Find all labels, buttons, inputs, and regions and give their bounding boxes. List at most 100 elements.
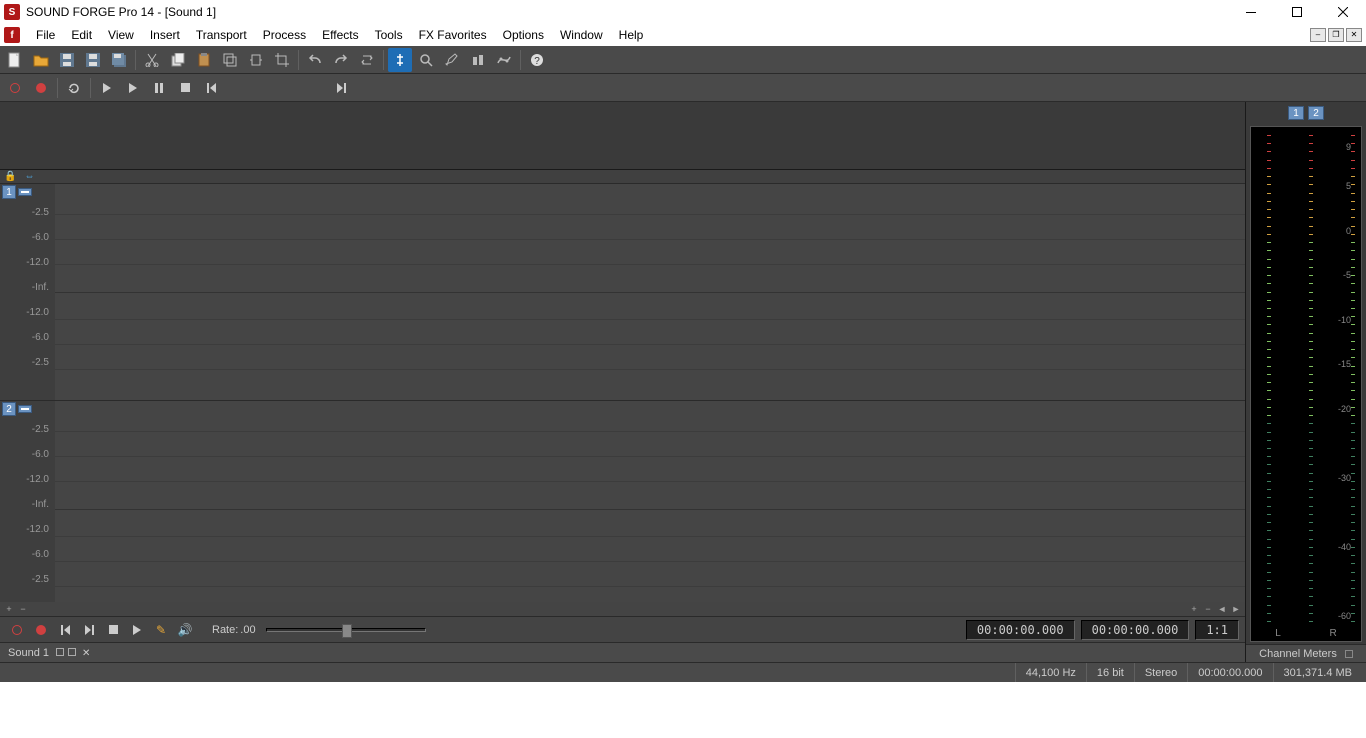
zoom-plus-h-icon[interactable]: + [1189, 604, 1199, 614]
cursor-time-display[interactable]: 00:00:00.000 [966, 620, 1075, 640]
channel-1-badge[interactable]: 1 [2, 185, 16, 199]
menu-tools[interactable]: Tools [367, 26, 411, 44]
channel-2-badge[interactable]: 2 [2, 402, 16, 416]
help-tool-icon[interactable]: ? [525, 48, 549, 72]
tab-float-icon[interactable] [68, 648, 76, 656]
save-all-icon[interactable] [107, 48, 131, 72]
mini-scrub-button[interactable]: ✎ [151, 620, 171, 640]
mini-play-button[interactable] [127, 620, 147, 640]
mini-go-start-button[interactable] [55, 620, 75, 640]
document-tab[interactable]: Sound 1 ✕ [8, 647, 90, 659]
window-minimize-button[interactable] [1228, 0, 1274, 24]
pause-button[interactable] [147, 76, 171, 100]
meter-left-label: L [1275, 628, 1281, 639]
waveform-canvas[interactable] [55, 184, 1245, 602]
channel-1-wave[interactable] [55, 184, 1245, 401]
mini-stop-button[interactable] [103, 620, 123, 640]
pencil-tool-icon[interactable] [440, 48, 464, 72]
mini-go-end-button[interactable] [79, 620, 99, 640]
selection-time-display[interactable]: 00:00:00.000 [1081, 620, 1190, 640]
save-icon[interactable] [55, 48, 79, 72]
channel-1-minimize[interactable] [18, 188, 32, 196]
crop-icon[interactable] [270, 48, 294, 72]
rewind-button[interactable] [225, 76, 249, 100]
scroll-left-icon[interactable]: ◄ [1217, 604, 1227, 614]
tab-window-icon[interactable] [56, 648, 64, 656]
loop-button[interactable] [62, 76, 86, 100]
meter-tab-2[interactable]: 2 [1308, 106, 1324, 120]
mix-icon[interactable] [218, 48, 242, 72]
menu-help[interactable]: Help [611, 26, 652, 44]
channel-2-wave[interactable] [55, 401, 1245, 602]
zoom-ratio-display[interactable]: 1:1 [1195, 620, 1239, 640]
zoom-strip: + − + − ◄ ► [0, 602, 1245, 616]
go-end-button[interactable] [329, 76, 353, 100]
cut-icon[interactable] [140, 48, 164, 72]
save-as-icon[interactable] [81, 48, 105, 72]
zoom-plus-v-icon[interactable]: + [4, 604, 14, 614]
meter-tab-1[interactable]: 1 [1288, 106, 1304, 120]
repeat-icon[interactable] [355, 48, 379, 72]
menu-options[interactable]: Options [495, 26, 552, 44]
step-fwd-button[interactable] [277, 76, 301, 100]
edit-tool-icon[interactable] [388, 48, 412, 72]
mdi-restore-button[interactable]: ❐ [1328, 28, 1344, 42]
status-channels[interactable]: Stereo [1134, 663, 1187, 682]
overview-strip[interactable] [0, 102, 1245, 170]
window-maximize-button[interactable] [1274, 0, 1320, 24]
menu-fx-favorites[interactable]: FX Favorites [411, 26, 495, 44]
mini-record-arm-button[interactable] [7, 620, 27, 640]
channel-2-minimize[interactable] [18, 405, 32, 413]
play-all-button[interactable] [95, 76, 119, 100]
mini-record-button[interactable] [31, 620, 51, 640]
undo-icon[interactable] [303, 48, 327, 72]
paste-icon[interactable] [192, 48, 216, 72]
meter-bar-right [1309, 135, 1311, 621]
step-back-button[interactable] [251, 76, 275, 100]
lock-icon[interactable]: 🔒 [4, 171, 16, 182]
status-sample-rate[interactable]: 44,100 Hz [1015, 663, 1086, 682]
cursor-icon[interactable]: ⇔ [24, 171, 34, 182]
open-file-icon[interactable] [29, 48, 53, 72]
mdi-minimize-button[interactable]: – [1310, 28, 1326, 42]
channel-2-ruler: 2 -2.5 -6.0 -12.0 -Inf. -12.0 -6.0 -2.5 [0, 401, 55, 602]
menu-transport[interactable]: Transport [188, 26, 255, 44]
rate-slider[interactable] [266, 628, 426, 632]
mini-preview-button[interactable]: 🔊 [175, 620, 195, 640]
menu-process[interactable]: Process [255, 26, 314, 44]
amplitude-ruler: 1 -2.5 -6.0 -12.0 -Inf. -12.0 -6.0 -2.5 … [0, 184, 55, 602]
status-bit-depth[interactable]: 16 bit [1086, 663, 1134, 682]
redo-icon[interactable] [329, 48, 353, 72]
play-button[interactable] [121, 76, 145, 100]
status-free-space[interactable]: 301,371.4 MB [1273, 663, 1363, 682]
menu-window[interactable]: Window [552, 26, 611, 44]
meter-undock-icon[interactable] [1345, 650, 1353, 658]
meter-display[interactable]: 950-5-10-15-20-30-40-60 L R [1250, 126, 1362, 642]
go-start-button[interactable] [199, 76, 223, 100]
zoom-minus-h-icon[interactable]: − [1203, 604, 1213, 614]
new-file-icon[interactable] [3, 48, 27, 72]
menu-insert[interactable]: Insert [142, 26, 188, 44]
main-workspace: 🔒 ⇔ 1 -2.5 -6.0 -12.0 -Inf. -12.0 -6.0 -… [0, 102, 1366, 662]
menu-file[interactable]: File [28, 26, 63, 44]
window-close-button[interactable] [1320, 0, 1366, 24]
status-length[interactable]: 00:00:00.000 [1187, 663, 1272, 682]
forward-button[interactable] [303, 76, 327, 100]
record-button[interactable] [29, 76, 53, 100]
menu-edit[interactable]: Edit [63, 26, 100, 44]
copy-icon[interactable] [166, 48, 190, 72]
menu-view[interactable]: View [100, 26, 142, 44]
trim-icon[interactable] [244, 48, 268, 72]
mdi-close-button[interactable]: ✕ [1346, 28, 1362, 42]
scroll-right-icon[interactable]: ► [1231, 604, 1241, 614]
stop-button[interactable] [173, 76, 197, 100]
tab-close-icon[interactable]: ✕ [82, 648, 90, 659]
title-bar: S SOUND FORGE Pro 14 - [Sound 1] [0, 0, 1366, 24]
rate-slider-thumb[interactable] [342, 624, 352, 638]
magnify-tool-icon[interactable] [414, 48, 438, 72]
menu-effects[interactable]: Effects [314, 26, 366, 44]
zoom-minus-v-icon[interactable]: − [18, 604, 28, 614]
event-tool-icon[interactable] [466, 48, 490, 72]
envelope-tool-icon[interactable] [492, 48, 516, 72]
record-arm-button[interactable] [3, 76, 27, 100]
